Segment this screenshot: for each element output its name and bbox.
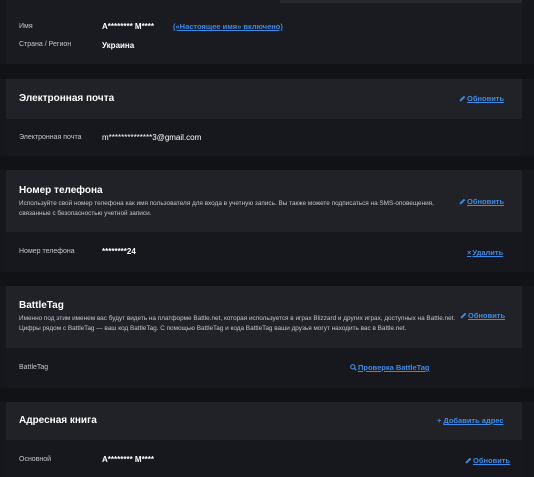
phone-row <box>6 232 522 272</box>
phone-remove-link[interactable]: ×Удалить <box>467 248 503 257</box>
battletag-description: Именно под этим именем вас будут видеть … <box>19 315 456 332</box>
plus-icon: + <box>437 416 442 425</box>
section-gap <box>0 272 534 286</box>
phone-description: Используйте свой номер телефона как имя … <box>19 200 434 217</box>
battletag-check-link[interactable]: Проверка BattleTag <box>350 363 429 372</box>
phone-field-value: ********24 <box>102 247 136 256</box>
battletag-check-label: Проверка BattleTag <box>358 363 430 372</box>
phone-update-link[interactable]: Обновить <box>459 197 504 206</box>
email-row <box>6 119 522 156</box>
address-book-title: Адресная книга <box>19 415 97 426</box>
real-name-link[interactable]: («Настоящее имя» включено) <box>173 22 283 31</box>
name-value: А******** М**** <box>102 22 155 31</box>
address-update-label: Обновить <box>473 456 511 465</box>
address-row <box>6 440 522 477</box>
search-icon <box>350 364 357 371</box>
battletag-field-label: BattleTag <box>19 364 49 371</box>
add-address-link[interactable]: + Добавить адрес <box>437 416 504 425</box>
section-gap <box>0 156 534 170</box>
pencil-icon <box>459 95 466 102</box>
battletag-update-link[interactable]: Обновить <box>460 311 505 320</box>
top-edge-bar <box>280 0 522 3</box>
identity-panel <box>6 0 522 64</box>
address-field-label: Основной <box>19 456 52 463</box>
phone-field-label: Номер телефона <box>19 248 75 255</box>
country-value: Украина <box>102 41 135 50</box>
battletag-update-label: Обновить <box>468 311 506 320</box>
email-field-value: m**************3@gmail.com <box>102 133 202 142</box>
email-update-label: Обновить <box>467 94 505 103</box>
pencil-icon <box>459 198 466 205</box>
name-label: Имя <box>19 23 33 30</box>
close-icon: × <box>467 248 472 257</box>
email-field-label: Электронная почта <box>19 134 82 141</box>
phone-update-label: Обновить <box>467 197 505 206</box>
battletag-section-title: BattleTag <box>19 300 64 311</box>
email-section-title: Электронная почта <box>19 93 115 104</box>
phone-section-title: Номер телефона <box>19 185 103 196</box>
battletag-row <box>6 348 522 388</box>
country-label: Страна / Регион <box>19 41 72 48</box>
email-update-link[interactable]: Обновить <box>459 94 504 103</box>
pencil-icon <box>460 312 467 319</box>
section-gap <box>0 388 534 402</box>
address-update-link[interactable]: Обновить <box>465 456 510 465</box>
section-gap <box>0 64 534 79</box>
add-address-label: Добавить адрес <box>443 416 504 425</box>
address-field-value: А******** М**** <box>102 455 155 464</box>
phone-remove-label: Удалить <box>472 248 504 257</box>
pencil-icon <box>465 457 472 464</box>
